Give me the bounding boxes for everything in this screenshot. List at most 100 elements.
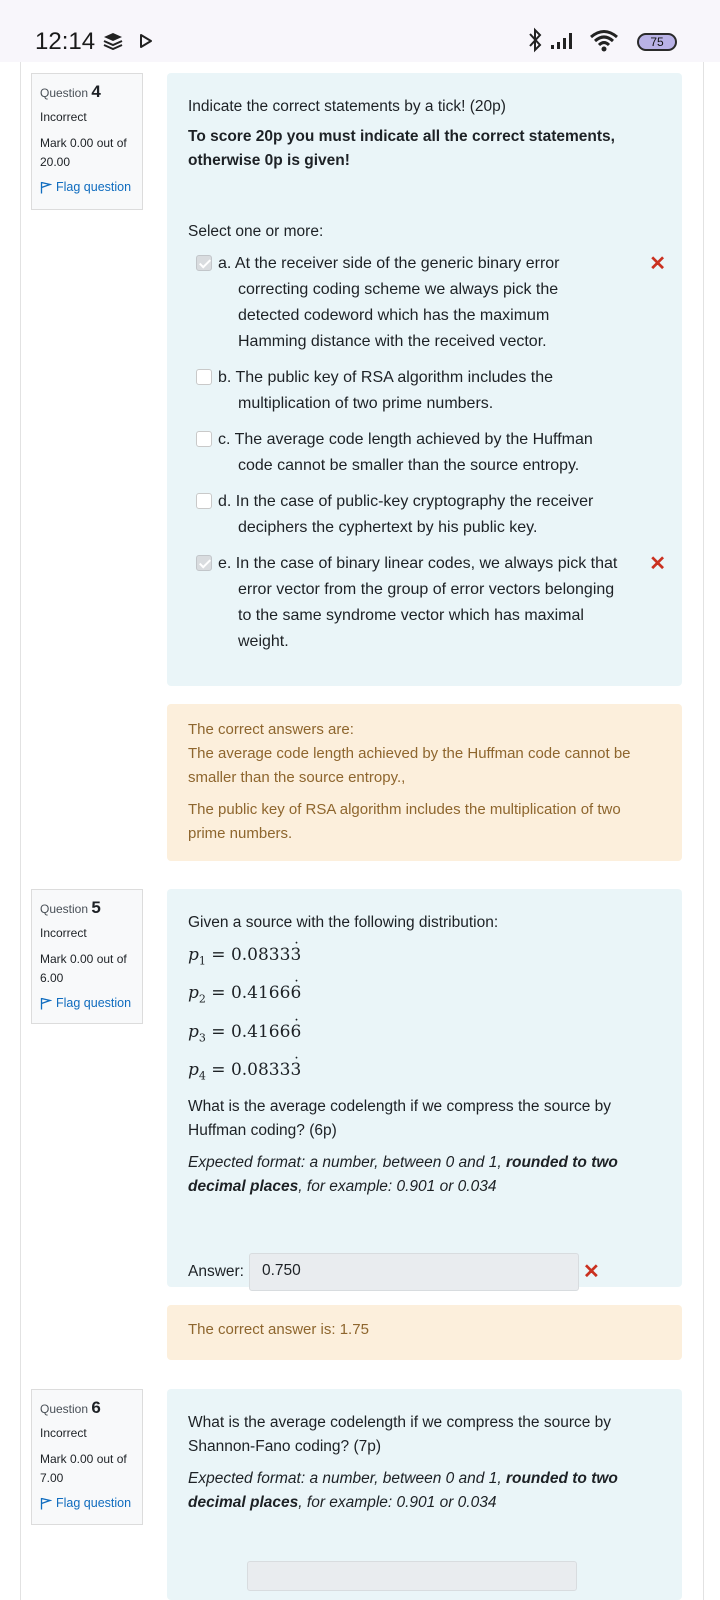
prob-subscript: 1 xyxy=(198,954,206,968)
prob-symbol: p xyxy=(188,945,199,965)
distribution-item: p1 = 0.08333 ˙ xyxy=(188,939,662,977)
repeating-dot: ˙ xyxy=(292,1015,301,1035)
flag-question-label: Flag question xyxy=(56,180,132,194)
distribution-item: p2 = 0.41666 ˙ xyxy=(188,977,662,1015)
answer-row: Answer: 0.750 ✕ xyxy=(188,1252,662,1291)
option-label: d. In the case of public-key cryptograph… xyxy=(218,493,594,536)
prob-symbol: p xyxy=(188,983,199,1004)
question-number-value: 6 xyxy=(91,1398,101,1417)
option-checkbox[interactable] xyxy=(196,255,212,271)
format-outro: , for example: 0.901 or 0.034 xyxy=(298,1494,497,1511)
flag-question-label: Flag question xyxy=(56,996,132,1010)
question-text: Indicate the correct statements by a tic… xyxy=(188,98,506,115)
question-mark: Mark 0.00 out of 6.00 xyxy=(40,952,127,985)
question-label: Question xyxy=(40,902,89,916)
answer-input-partial[interactable] xyxy=(247,1561,577,1591)
option-label: b. The public key of RSA algorithm inclu… xyxy=(218,369,553,412)
distribution-item: p4 = 0.08333 ˙ xyxy=(188,1054,662,1092)
format-intro: Expected format: a number, between 0 and… xyxy=(188,1470,506,1487)
option-checkbox[interactable] xyxy=(196,431,212,447)
wifi-icon xyxy=(590,30,618,52)
question-info: Question 5 Incorrect Mark 0.00 out of 6.… xyxy=(31,889,143,1024)
repeating-dot: ˙ xyxy=(292,977,301,997)
flag-icon xyxy=(40,1497,52,1509)
repeating-digit: 3 ˙ xyxy=(290,1054,301,1080)
option-label: a. At the receiver side of the generic b… xyxy=(218,255,560,350)
option-a[interactable]: a. At the receiver side of the generic b… xyxy=(188,251,666,355)
question-prompt: What is the average codelength if we com… xyxy=(188,1414,612,1455)
question-label: Question xyxy=(40,1402,89,1416)
play-icon xyxy=(140,34,152,48)
question-number: Question 4 xyxy=(40,82,134,102)
question-number: Question 6 xyxy=(40,1398,134,1418)
question-mark: Mark 0.00 out of 20.00 xyxy=(40,136,127,169)
answer-input[interactable]: 0.750 xyxy=(249,1252,579,1291)
flag-icon xyxy=(40,181,52,193)
expected-format: Expected format: a number, between 0 and… xyxy=(188,1467,638,1515)
status-time: 12:14 xyxy=(35,28,96,55)
prob-value: = 0.4166 xyxy=(211,1021,291,1042)
question-info: Question 4 Incorrect Mark 0.00 out of 20… xyxy=(31,73,143,210)
prob-subscript: 4 xyxy=(198,1069,206,1083)
flag-question-link[interactable]: Flag question xyxy=(40,996,134,1010)
incorrect-icon: ✕ xyxy=(583,1261,600,1284)
prob-subscript: 3 xyxy=(198,1031,206,1045)
question-bold-text: To score 20p you must indicate all the c… xyxy=(188,125,628,173)
repeating-digit: 3 ˙ xyxy=(290,939,301,965)
layers-icon xyxy=(103,33,123,50)
question-text: Given a source with the following distri… xyxy=(188,914,499,931)
question-5-feedback: The correct answer is: 1.75 xyxy=(167,1305,682,1360)
option-d[interactable]: d. In the case of public-key cryptograph… xyxy=(188,489,662,541)
incorrect-icon: ✕ xyxy=(649,253,666,275)
flag-question-link[interactable]: Flag question xyxy=(40,1496,134,1510)
prob-symbol: p xyxy=(188,1021,199,1042)
question-state: Incorrect xyxy=(40,110,87,124)
question-state: Incorrect xyxy=(40,1426,87,1440)
incorrect-icon: ✕ xyxy=(649,553,666,575)
repeating-dot: ˙ xyxy=(292,939,301,958)
question-mark: Mark 0.00 out of 7.00 xyxy=(40,1452,127,1485)
option-label: c. The average code length achieved by t… xyxy=(218,431,593,474)
repeating-digit: 6 ˙ xyxy=(290,1016,301,1042)
question-bold-instruction: To score 20p you must indicate all the c… xyxy=(188,128,615,169)
signal-icon xyxy=(551,33,572,49)
prob-symbol: p xyxy=(188,1060,199,1081)
repeating-digit: 6 ˙ xyxy=(290,977,301,1003)
option-e[interactable]: e. In the case of binary linear codes, w… xyxy=(188,551,666,655)
format-intro: Expected format: a number, between 0 and… xyxy=(188,1153,506,1171)
question-5-content: Given a source with the following distri… xyxy=(167,889,682,1291)
prob-value: = 0.0833 xyxy=(211,1060,291,1081)
option-checkbox[interactable] xyxy=(196,369,212,385)
repeating-dot: ˙ xyxy=(292,1054,301,1074)
flag-question-link[interactable]: Flag question xyxy=(40,180,134,194)
option-checkbox[interactable] xyxy=(196,493,212,509)
status-bar: 12:14 75 xyxy=(0,0,720,62)
battery-icon: 75 xyxy=(637,33,677,51)
feedback-heading: The correct answers are: xyxy=(188,721,354,738)
question-4-feedback: The correct answers are: The average cod… xyxy=(167,704,682,861)
option-b[interactable]: b. The public key of RSA algorithm inclu… xyxy=(188,365,662,417)
question-4-content: Indicate the correct statements by a tic… xyxy=(167,73,682,686)
flag-icon xyxy=(40,997,52,1009)
question-6-content: What is the average codelength if we com… xyxy=(167,1389,682,1600)
option-label: e. In the case of binary linear codes, w… xyxy=(218,555,618,650)
option-c[interactable]: c. The average code length achieved by t… xyxy=(188,427,662,479)
answer-label: Answer: xyxy=(188,1262,244,1280)
question-number-value: 4 xyxy=(91,82,101,101)
feedback-answer-2: The public key of RSA algorithm includes… xyxy=(188,801,621,842)
question-number-value: 5 xyxy=(91,898,101,917)
expected-format: Expected format: a number, between 0 and… xyxy=(188,1151,638,1199)
distribution-list: p1 = 0.08333 ˙ p2 = 0.41666 ˙ p3 = 0.41666… xyxy=(188,939,662,1093)
select-prompt: Select one or more: xyxy=(188,223,324,240)
prob-value: = 0.4166 xyxy=(211,983,291,1004)
question-label: Question xyxy=(40,86,89,100)
format-outro: , for example: 0.901 or 0.034 xyxy=(298,1177,497,1195)
bluetooth-icon xyxy=(529,27,542,53)
flag-question-label: Flag question xyxy=(56,1496,132,1510)
question-state: Incorrect xyxy=(40,926,87,940)
distribution-item: p3 = 0.41666 ˙ xyxy=(188,1016,662,1054)
question-prompt: What is the average codelength if we com… xyxy=(188,1097,612,1139)
feedback-correct-answer: The correct answer is: 1.75 xyxy=(188,1321,369,1338)
feedback-answer-1: The average code length achieved by the … xyxy=(188,745,631,786)
option-checkbox[interactable] xyxy=(196,555,212,571)
